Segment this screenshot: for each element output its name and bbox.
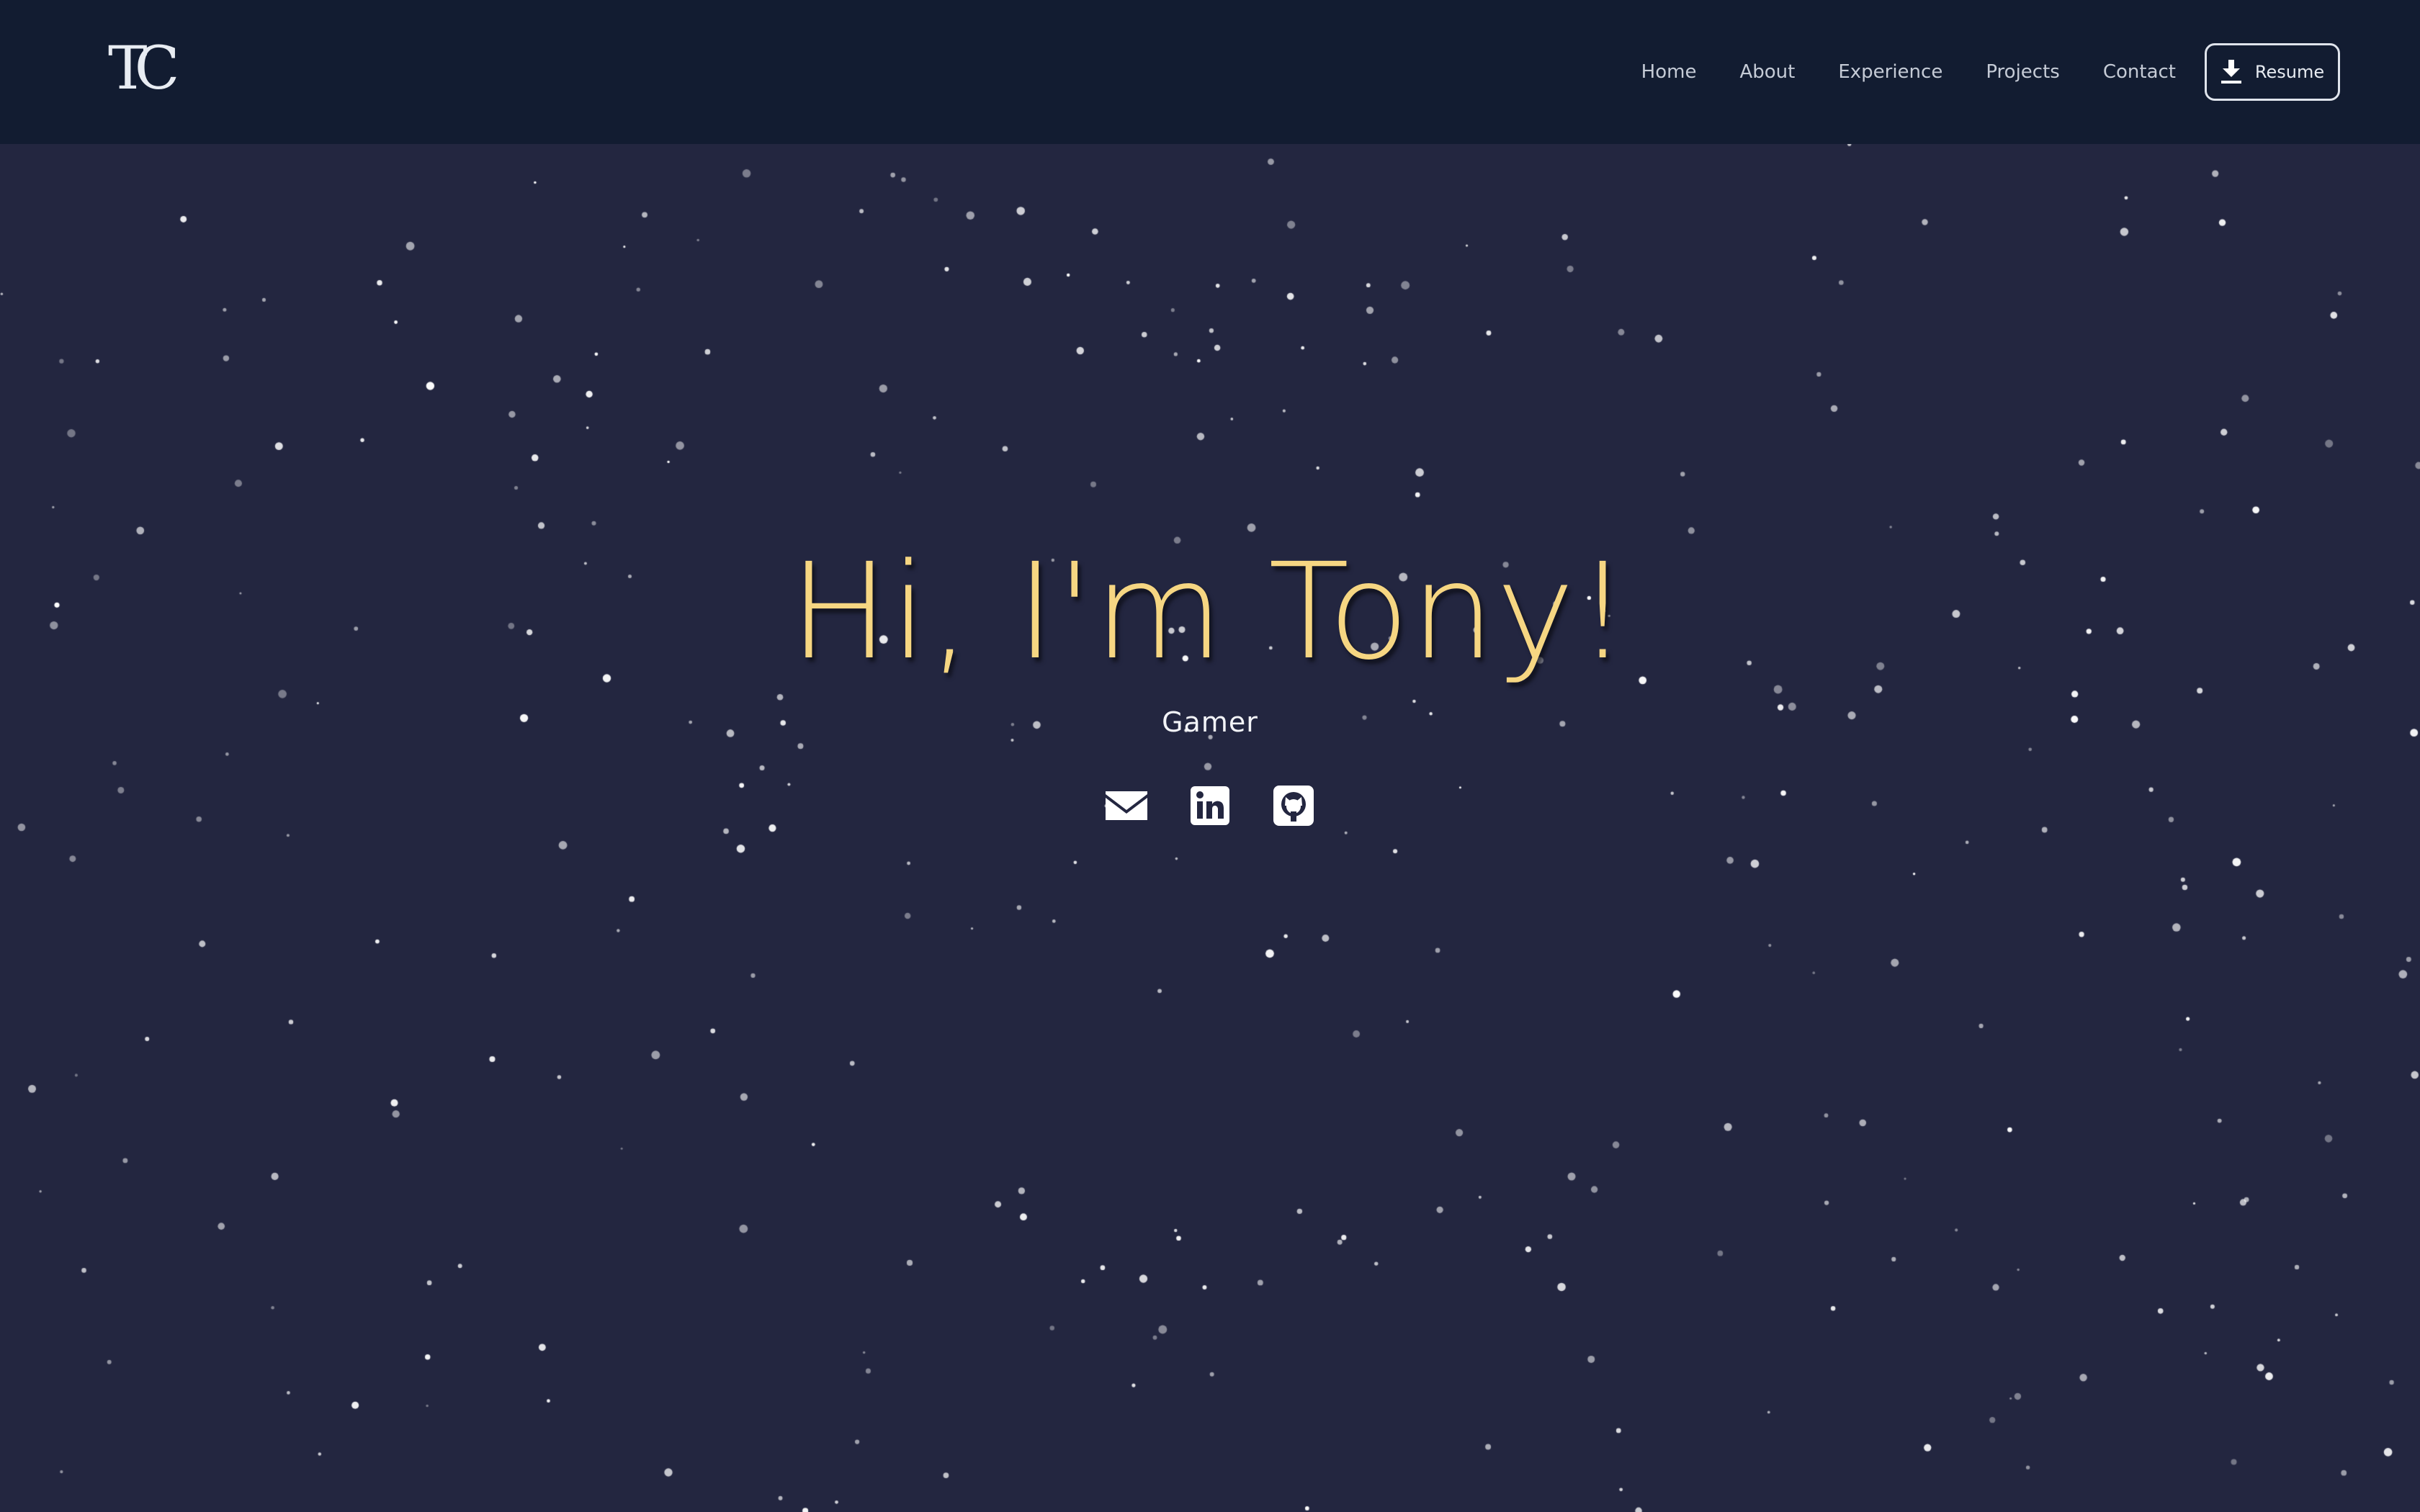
resume-label: Resume bbox=[2254, 62, 2325, 82]
download-icon bbox=[2220, 60, 2241, 84]
linkedin-icon bbox=[1191, 786, 1229, 825]
nav-link-contact[interactable]: Contact bbox=[2103, 61, 2176, 83]
social-links bbox=[0, 782, 2420, 829]
github-icon bbox=[1273, 786, 1314, 826]
nav-link-home[interactable]: Home bbox=[1641, 61, 1697, 83]
nav-link-experience[interactable]: Experience bbox=[1838, 61, 1942, 83]
nav-link-projects[interactable]: Projects bbox=[1986, 61, 2060, 83]
site-logo[interactable]: TC bbox=[108, 40, 179, 99]
nav-link-about[interactable]: About bbox=[1739, 61, 1795, 83]
resume-download-button[interactable]: Resume bbox=[2205, 43, 2340, 101]
email-icon bbox=[1106, 791, 1147, 820]
email-link[interactable] bbox=[1103, 782, 1150, 829]
hero-title: Hi, I'm Tony! bbox=[789, 535, 1631, 689]
nav-links: Home About Experience Projects Contact R… bbox=[1641, 42, 2340, 102]
hero-section: Hi, I'm Tony! Gamer bbox=[0, 533, 2420, 829]
navbar: TC Home About Experience Projects Contac… bbox=[0, 0, 2420, 144]
linkedin-link[interactable] bbox=[1186, 782, 1234, 829]
github-link[interactable] bbox=[1270, 782, 1317, 829]
hero-subtitle: Gamer bbox=[1162, 706, 1258, 738]
